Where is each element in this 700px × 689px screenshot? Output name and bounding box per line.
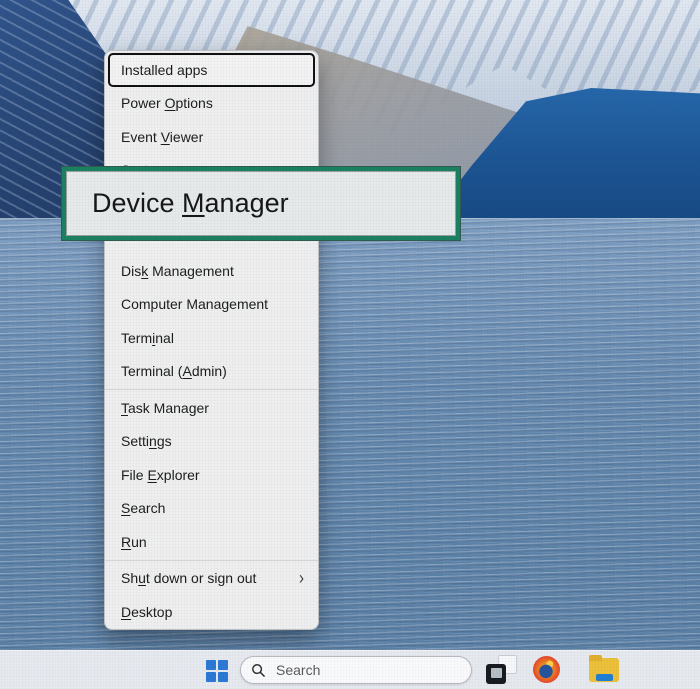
start-button[interactable] [200, 658, 234, 684]
desktop: Installed apps Power Options Event Viewe… [0, 0, 700, 689]
menu-item-search[interactable]: Search [105, 492, 318, 526]
search-input[interactable] [274, 661, 461, 679]
submenu-chevron-icon: › [299, 569, 304, 588]
menu-item-label: Terminal (Admin) [121, 363, 227, 379]
menu-item-label: File Explorer [121, 467, 200, 483]
menu-item-terminal[interactable]: Terminal [105, 321, 318, 355]
menu-item-file-explorer[interactable]: File Explorer [105, 458, 318, 492]
device-manager-callout[interactable]: Device Manager [62, 167, 460, 240]
menu-item-label: Task Manager [121, 400, 209, 416]
menu-item-label: Installed apps [121, 62, 207, 78]
menu-item-event-viewer[interactable]: Event Viewer [105, 120, 318, 154]
winx-menu: Installed apps Power Options Event Viewe… [104, 50, 319, 630]
app-window-icon[interactable] [486, 655, 518, 685]
menu-item-power-options[interactable]: Power Options [105, 87, 318, 121]
device-manager-label: Device Manager [66, 188, 289, 219]
menu-item-label: Power Options [121, 95, 213, 111]
menu-item-label: Disk Management [121, 263, 234, 279]
menu-item-label: Search [121, 500, 165, 516]
firefox-icon[interactable] [531, 655, 563, 685]
menu-item-settings[interactable]: Settings [105, 425, 318, 459]
menu-item-computer-management[interactable]: Computer Management [105, 288, 318, 322]
menu-item-label: Desktop [121, 604, 172, 620]
wallpaper-right-hill [428, 88, 700, 222]
windows-logo-icon [206, 660, 228, 682]
search-icon [251, 663, 266, 678]
menu-item-task-manager[interactable]: Task Manager [105, 391, 318, 425]
menu-item-shut-down-or-sign-out[interactable]: Shut down or sign out › [105, 562, 318, 596]
menu-item-installed-apps[interactable]: Installed apps [108, 53, 315, 87]
menu-item-label: Run [121, 534, 147, 550]
menu-item-disk-management[interactable]: Disk Management [105, 254, 318, 288]
menu-item-terminal-admin[interactable]: Terminal (Admin) [105, 355, 318, 389]
menu-separator [105, 560, 318, 561]
menu-item-label: Computer Management [121, 296, 268, 312]
menu-item-label: Event Viewer [121, 129, 203, 145]
menu-item-desktop[interactable]: Desktop [105, 595, 318, 629]
menu-item-label: Terminal [121, 330, 174, 346]
taskbar-search-box[interactable] [240, 656, 472, 684]
menu-item-label: Settings [121, 433, 172, 449]
menu-item-label: Shut down or sign out [121, 570, 256, 586]
taskbar [0, 650, 700, 689]
file-explorer-icon[interactable] [588, 655, 620, 685]
menu-separator [105, 389, 318, 390]
menu-item-run[interactable]: Run [105, 525, 318, 559]
